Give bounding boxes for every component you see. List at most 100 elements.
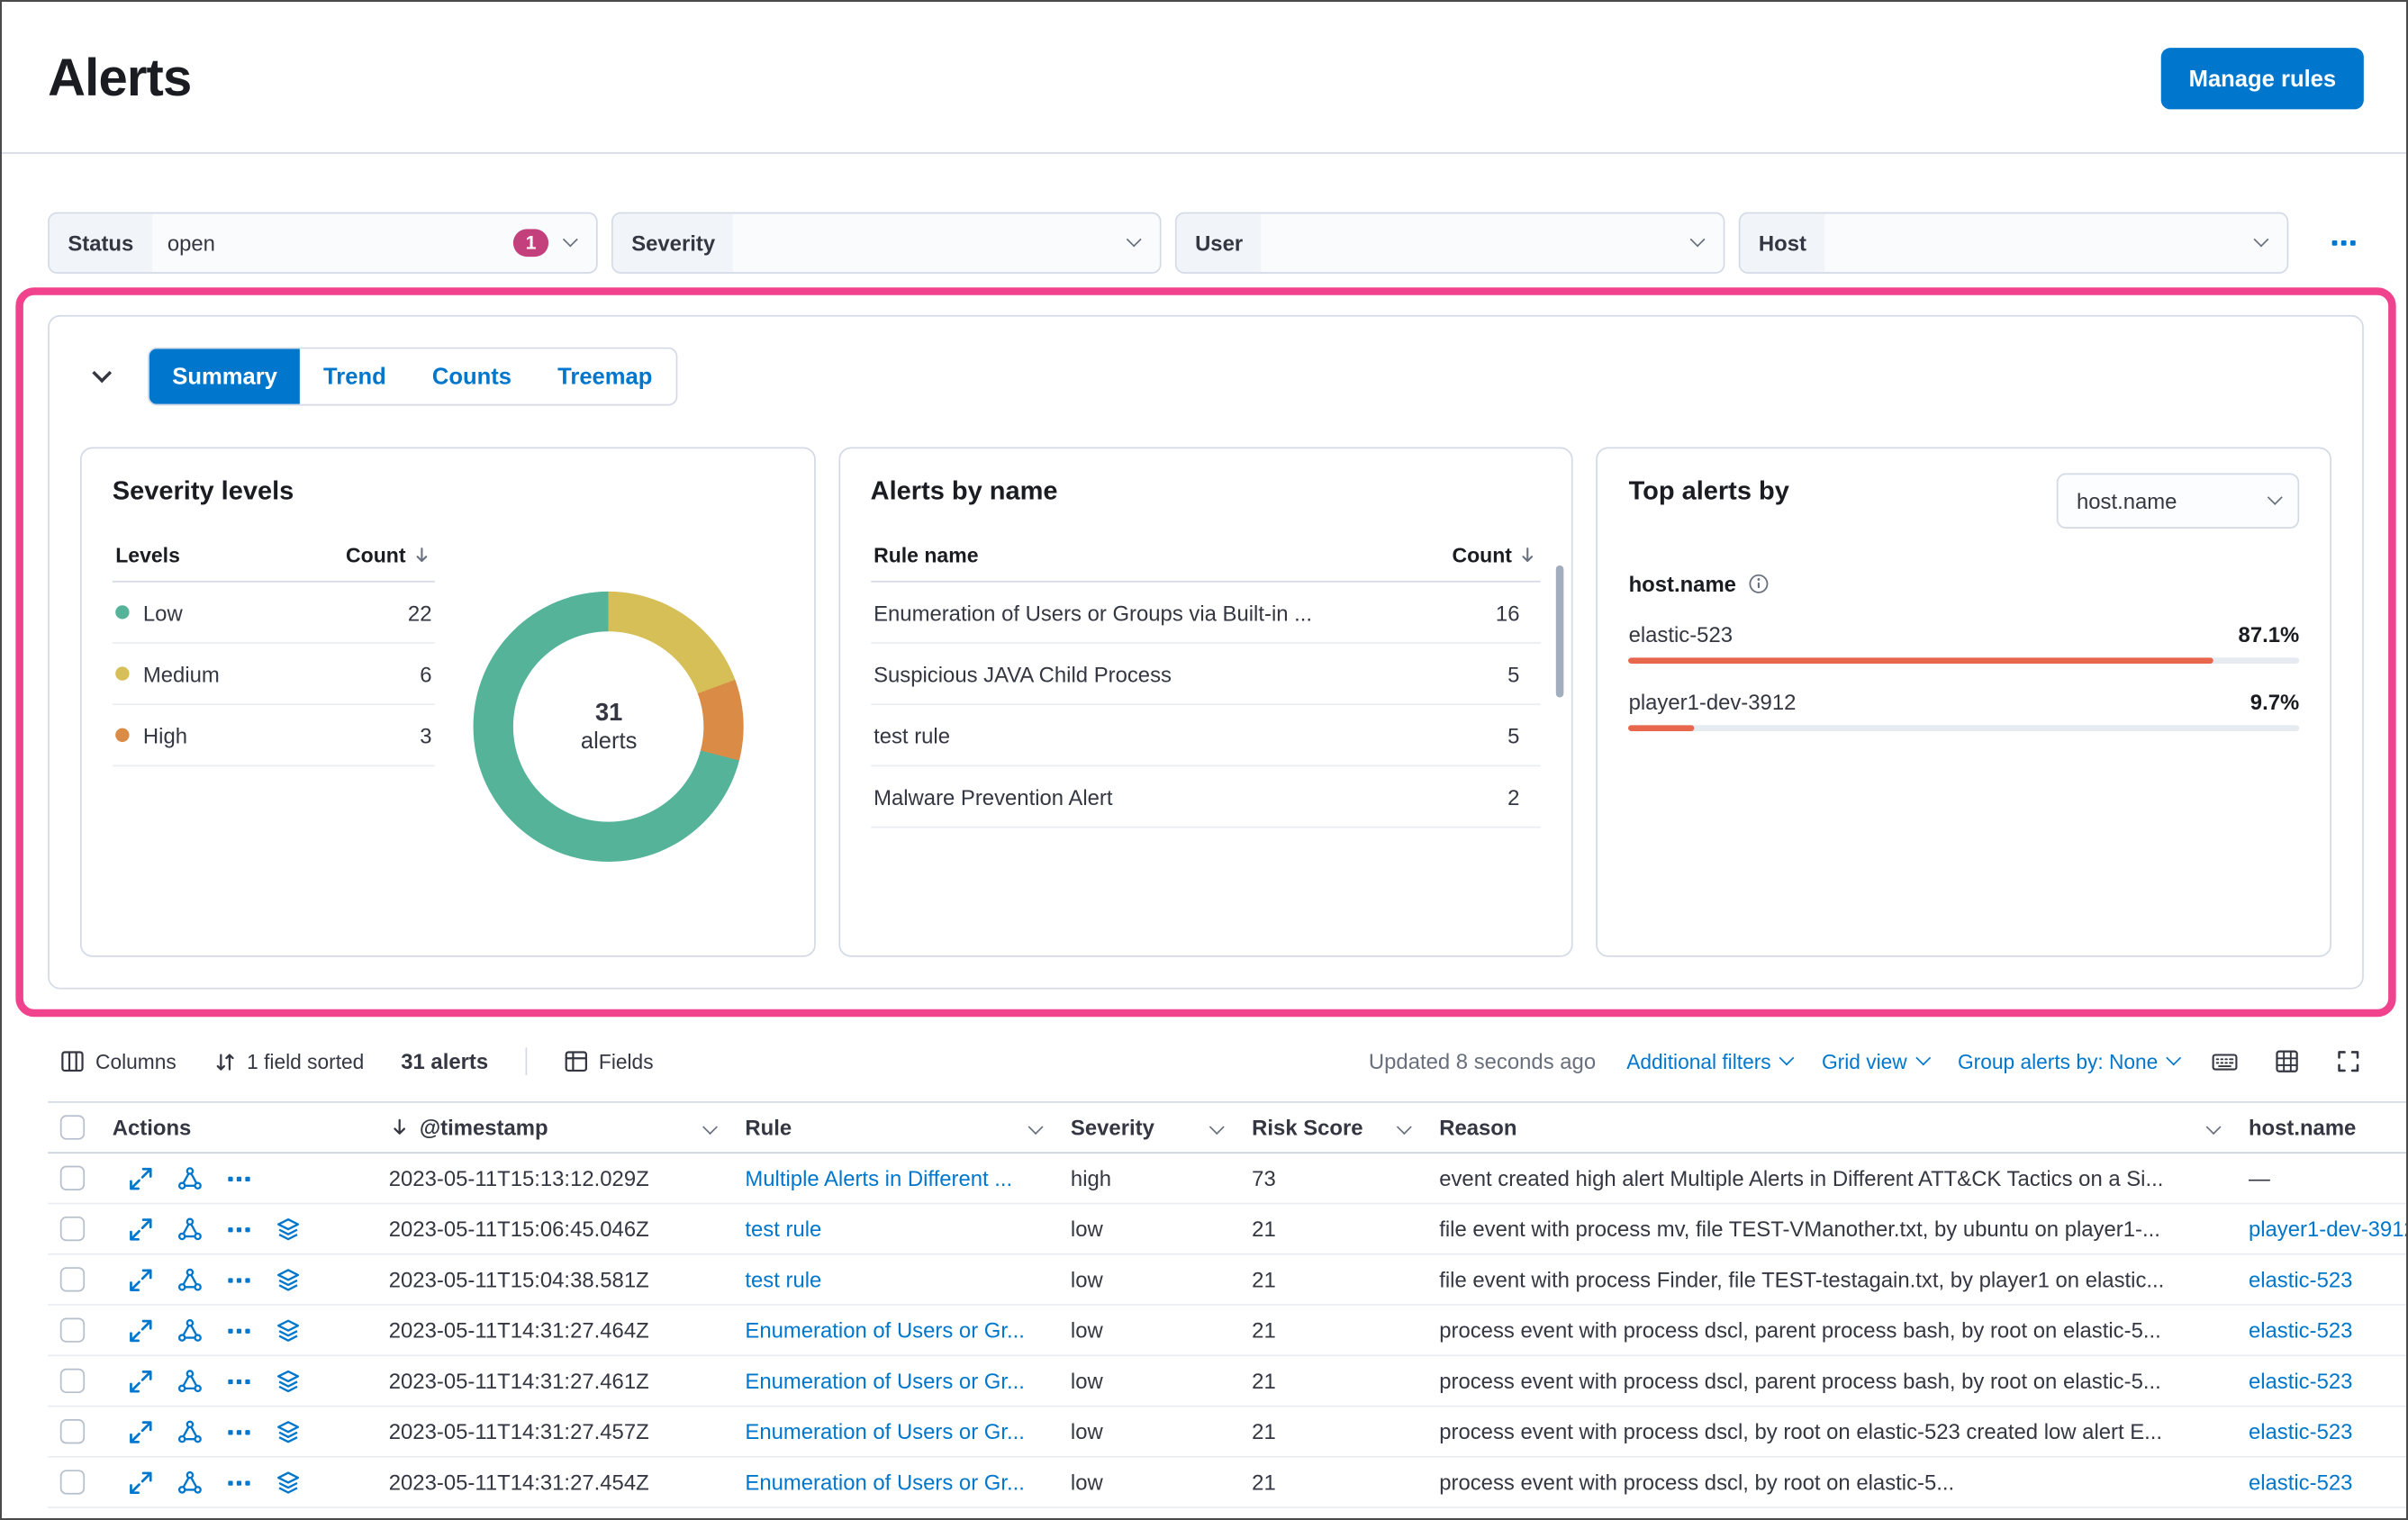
charts-controls: Summary Trend Counts Treemap [80,347,2331,406]
session-view-icon[interactable] [276,1469,302,1495]
grid-view-button[interactable]: Grid view [1822,1050,1931,1072]
tab-counts[interactable]: Counts [409,348,534,403]
column-menu-chevron-icon[interactable] [1396,1118,1412,1135]
expand-alert-icon[interactable] [128,1317,154,1344]
fullscreen-icon[interactable] [2333,1046,2364,1077]
host-link[interactable]: elastic-523 [2249,1419,2352,1443]
display-options-icon[interactable] [2272,1046,2303,1077]
column-menu-chevron-icon[interactable] [2205,1118,2222,1135]
analyzer-graph-icon[interactable] [177,1165,203,1191]
select-all-checkbox[interactable] [59,1115,86,1140]
table-header-row: Actions @timestamp Rule Severity Risk Sc… [48,1101,2406,1154]
page-header: Alerts Manage rules [2,2,2406,113]
filter-host[interactable]: Host [1738,212,2289,274]
rule-link[interactable]: test rule [745,1267,821,1291]
filter-user[interactable]: User [1174,212,1725,274]
row-checkbox[interactable] [59,1165,86,1190]
columns-button[interactable]: Columns [60,1049,177,1073]
host-link[interactable]: elastic-523 [2249,1317,2352,1342]
row-checkbox[interactable] [59,1267,86,1292]
rule-link[interactable]: test rule [745,1217,821,1241]
more-filters-icon[interactable] [2324,223,2364,263]
row-checkbox[interactable] [59,1368,86,1394]
more-actions-icon[interactable] [226,1165,252,1191]
count-column-header[interactable]: Count [346,544,431,567]
tab-treemap[interactable]: Treemap [535,348,675,403]
risk-score-cell: 73 [1252,1165,1276,1190]
rule-link[interactable]: Enumeration of Users or Gr... [745,1470,1025,1494]
column-menu-chevron-icon[interactable] [702,1118,718,1135]
top-alerts-field-select[interactable]: host.name [2056,473,2300,529]
host-link[interactable]: player1-dev-3912 [2249,1217,2406,1241]
more-actions-icon[interactable] [226,1216,252,1242]
session-view-icon[interactable] [276,1317,302,1344]
filter-status[interactable]: Status open 1 [48,212,598,274]
host-link[interactable]: elastic-523 [2249,1369,2352,1393]
host-link[interactable]: elastic-523 [2249,1267,2352,1291]
tab-trend[interactable]: Trend [300,348,409,403]
column-header-rule[interactable]: Rule [733,1115,1059,1140]
manage-rules-button[interactable]: Manage rules [2160,48,2364,110]
more-actions-icon[interactable] [226,1418,252,1444]
row-checkbox[interactable] [59,1419,86,1444]
expand-alert-icon[interactable] [128,1368,154,1394]
analyzer-graph-icon[interactable] [177,1317,203,1344]
column-header-reason[interactable]: Reason [1427,1115,2237,1140]
group-alerts-by-button[interactable]: Group alerts by: None [1958,1050,2182,1072]
expand-alert-icon[interactable] [128,1418,154,1444]
fields-button[interactable]: Fields [564,1049,654,1073]
row-checkbox[interactable] [59,1470,86,1495]
rule-link[interactable]: Enumeration of Users or Gr... [745,1419,1025,1443]
host-link[interactable]: elastic-523 [2249,1470,2352,1494]
analyzer-graph-icon[interactable] [177,1266,203,1292]
additional-filters-button[interactable]: Additional filters [1626,1050,1795,1072]
column-menu-chevron-icon[interactable] [1027,1118,1044,1135]
expand-alert-icon[interactable] [128,1165,154,1191]
sorted-fields-button[interactable]: 1 field sorted [213,1050,364,1072]
more-actions-icon[interactable] [226,1368,252,1394]
expand-alert-icon[interactable] [128,1216,154,1242]
scrollbar-thumb[interactable] [1556,565,1564,698]
collapse-charts-chevron-icon[interactable] [80,357,120,396]
count-column-header[interactable]: Count [1452,544,1537,567]
severity-cell: low [1070,1419,1103,1444]
expand-alert-icon[interactable] [128,1266,154,1292]
session-view-icon[interactable] [276,1266,302,1292]
chevron-down-icon [2267,490,2283,505]
alerts-by-name-row: Suspicious JAVA Child Process 5 [870,644,1542,706]
session-view-icon[interactable] [276,1216,302,1242]
alerts-data-grid: Actions @timestamp Rule Severity Risk Sc… [48,1101,2406,1518]
filter-severity[interactable]: Severity [611,212,1162,274]
info-icon[interactable] [1749,573,1770,594]
charts-section-highlight: Summary Trend Counts Treemap Severity le… [15,287,2396,1018]
row-checkbox[interactable] [59,1216,86,1242]
expand-alert-icon[interactable] [128,1469,154,1495]
row-checkbox[interactable] [59,1317,86,1343]
column-header-host-name[interactable]: host.name [2236,1115,2406,1139]
column-header-timestamp[interactable]: @timestamp [370,1115,732,1140]
analyzer-graph-icon[interactable] [177,1469,203,1495]
host-link[interactable]: — [2249,1166,2270,1190]
chart-view-tabs: Summary Trend Counts Treemap [148,347,677,406]
fields-icon [564,1049,588,1073]
keyboard-shortcuts-icon[interactable] [2209,1045,2241,1078]
rule-link[interactable]: Enumeration of Users or Gr... [745,1369,1025,1393]
more-actions-icon[interactable] [226,1317,252,1344]
column-header-risk-score[interactable]: Risk Score [1240,1115,1427,1140]
risk-score-cell: 21 [1252,1317,1276,1343]
session-view-icon[interactable] [276,1368,302,1394]
table-row: 2023-05-11T14:31:27.461Z Enumeration of … [48,1356,2406,1407]
session-view-icon[interactable] [276,1418,302,1444]
analyzer-graph-icon[interactable] [177,1418,203,1444]
tab-summary[interactable]: Summary [149,348,301,404]
timestamp-cell: 2023-05-11T15:06:45.046Z [388,1216,649,1242]
column-menu-chevron-icon[interactable] [1209,1118,1225,1135]
analyzer-graph-icon[interactable] [177,1216,203,1242]
column-header-severity[interactable]: Severity [1058,1115,1239,1140]
analyzer-graph-icon[interactable] [177,1368,203,1394]
rule-link[interactable]: Multiple Alerts in Different ... [745,1166,1012,1190]
more-actions-icon[interactable] [226,1266,252,1292]
rule-link[interactable]: Enumeration of Users or Gr... [745,1317,1025,1342]
more-actions-icon[interactable] [226,1469,252,1495]
severity-cell: low [1070,1368,1103,1394]
